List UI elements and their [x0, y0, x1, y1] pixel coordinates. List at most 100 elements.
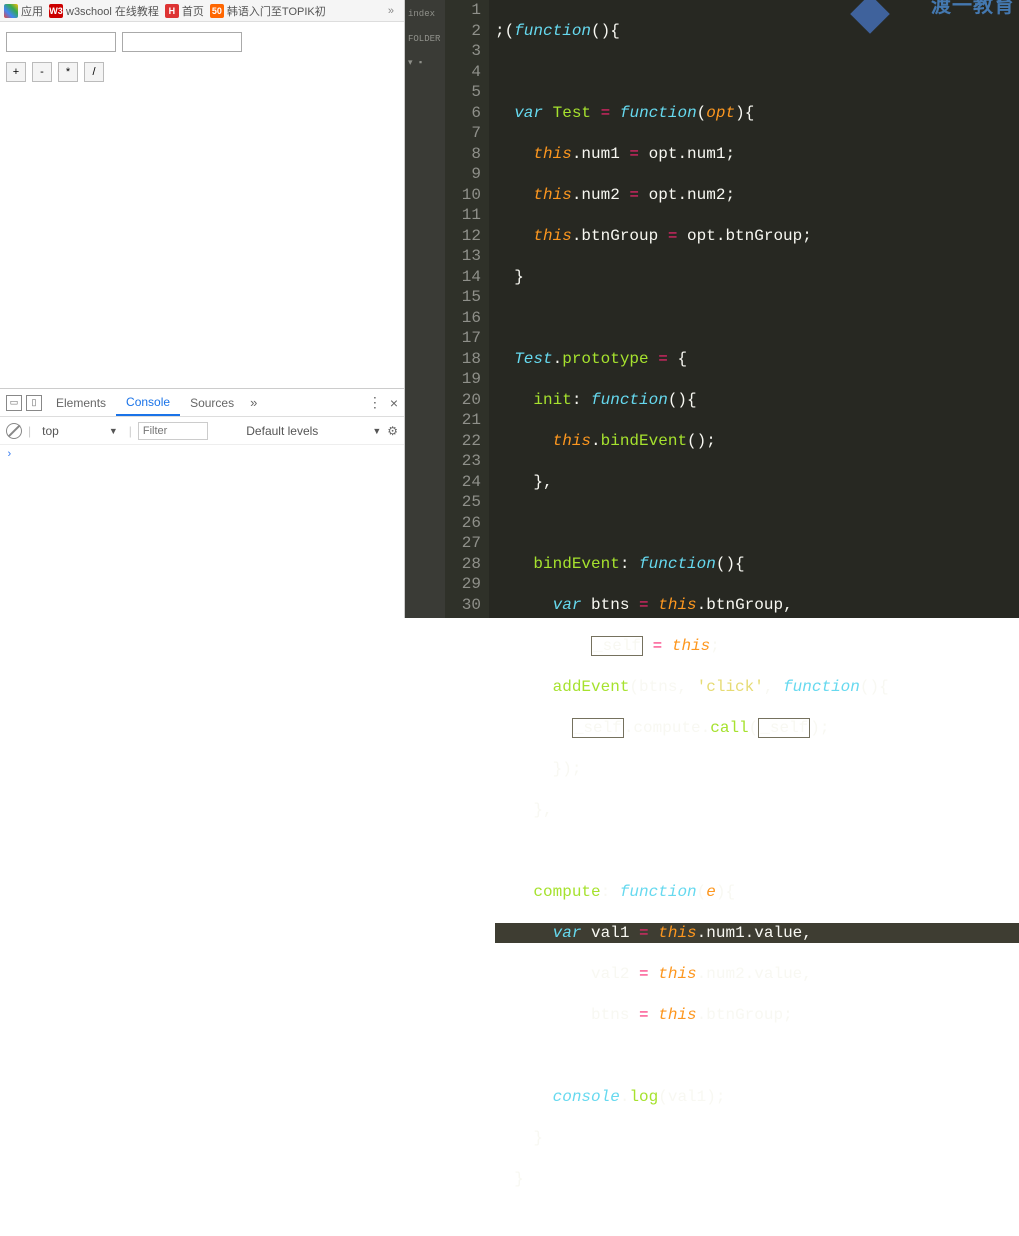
- bookmark-label: 应用: [21, 3, 43, 19]
- code-token: val1: [581, 924, 639, 942]
- log-levels[interactable]: Default levels▼: [246, 424, 381, 438]
- code-token: .btnGroup: [572, 227, 668, 245]
- code-token: call: [710, 719, 748, 737]
- line-number: 26: [445, 513, 481, 534]
- code-token: bindEvent: [533, 555, 619, 573]
- bookmark-label: w3school 在线教程: [66, 3, 159, 19]
- bookmark-topik[interactable]: 50韩语入门至TOPIK初: [210, 3, 326, 19]
- minus-button[interactable]: -: [32, 62, 52, 82]
- line-number: 8: [445, 144, 481, 165]
- code-token: [610, 104, 620, 122]
- code-token: function: [591, 391, 668, 409]
- code-token: function: [620, 883, 697, 901]
- browser-pane: 应用 W3w3school 在线教程 H首页 50韩语入门至TOPIK初 » +…: [0, 0, 405, 618]
- code-token: =: [639, 965, 649, 983]
- chevron-down-icon: ▼: [109, 426, 118, 436]
- code-token: :: [601, 883, 620, 901]
- line-number: 7: [445, 123, 481, 144]
- devtools-right: ⋮ ×: [368, 394, 398, 411]
- line-number: 21: [445, 410, 481, 431]
- code-token: =: [658, 350, 668, 368]
- bookmark-label: 首页: [182, 3, 204, 19]
- context-selector[interactable]: top ▼: [37, 422, 123, 440]
- code-token: 'click': [697, 678, 764, 696]
- line-number: 27: [445, 533, 481, 554]
- tab-elements[interactable]: Elements: [46, 389, 116, 416]
- bookmark-home[interactable]: H首页: [165, 3, 204, 19]
- page-spacer: [0, 92, 404, 388]
- device-icon[interactable]: ▯: [26, 395, 42, 411]
- line-number: 11: [445, 205, 481, 226]
- code-token: });: [553, 760, 582, 778]
- h-icon: H: [165, 4, 179, 18]
- code-token: ,: [764, 678, 783, 696]
- code-token: [649, 1006, 659, 1024]
- code-token: ;(: [495, 22, 514, 40]
- button-row: + - * /: [0, 62, 404, 92]
- code-token: (){: [860, 678, 889, 696]
- gear-icon[interactable]: ⚙: [387, 424, 398, 438]
- code-token: var: [553, 596, 582, 614]
- line-number: 10: [445, 185, 481, 206]
- code-token: [649, 965, 659, 983]
- code-area[interactable]: ;(function(){ var Test = function(opt){ …: [489, 0, 1019, 618]
- editor-sidebar: index FOLDER ▾ ▪: [405, 0, 445, 618]
- code-token: (: [697, 104, 707, 122]
- sidebar-tree-icon[interactable]: ▾ ▪: [405, 51, 445, 76]
- bookmark-overflow[interactable]: »: [382, 5, 400, 17]
- line-number: 5: [445, 82, 481, 103]
- line-number: 9: [445, 164, 481, 185]
- code-token: this: [533, 186, 571, 204]
- devtools-menu-icon[interactable]: ⋮: [368, 394, 382, 411]
- num1-input[interactable]: [6, 32, 116, 52]
- sidebar-folder[interactable]: FOLDER: [405, 27, 445, 52]
- multiply-button[interactable]: *: [58, 62, 78, 82]
- console-body[interactable]: ›: [0, 445, 404, 618]
- code-token: opt.num1;: [639, 145, 735, 163]
- line-number: 1: [445, 0, 481, 21]
- context-label: top: [42, 424, 59, 438]
- code-token: },: [533, 801, 552, 819]
- code-token: }: [514, 268, 524, 286]
- sidebar-tab-index[interactable]: index: [405, 2, 445, 27]
- w3-icon: W3: [49, 4, 63, 18]
- line-number: 19: [445, 369, 481, 390]
- bookmark-apps[interactable]: 应用: [4, 3, 43, 19]
- divide-button[interactable]: /: [84, 62, 104, 82]
- filter-input[interactable]: [138, 422, 208, 440]
- line-number: 28: [445, 554, 481, 575]
- code-token: .num1: [572, 145, 630, 163]
- devtools-close-icon[interactable]: ×: [390, 395, 398, 411]
- code-token: .: [591, 432, 601, 450]
- line-number: 29: [445, 574, 481, 595]
- code-token: val2: [591, 965, 639, 983]
- num2-input[interactable]: [122, 32, 242, 52]
- inspect-icon[interactable]: ▭: [6, 395, 22, 411]
- line-number: 13: [445, 246, 481, 267]
- code-token: [543, 104, 553, 122]
- code-token: :: [572, 391, 591, 409]
- code-token: }: [533, 1129, 543, 1147]
- code-token: .num1.value,: [697, 924, 812, 942]
- code-token: this: [658, 965, 696, 983]
- code-token: Test: [553, 104, 591, 122]
- clear-console-icon[interactable]: [6, 423, 22, 439]
- levels-label: Default levels: [246, 424, 318, 438]
- code-token: [649, 924, 659, 942]
- line-number: 24: [445, 472, 481, 493]
- tabs-overflow[interactable]: »: [244, 395, 263, 410]
- line-number: 18: [445, 349, 481, 370]
- console-toolbar: | top▼ | Default levels▼ ⚙: [0, 417, 404, 445]
- tab-sources[interactable]: Sources: [180, 389, 244, 416]
- tab-console[interactable]: Console: [116, 389, 180, 416]
- line-number: 20: [445, 390, 481, 411]
- line-number: 22: [445, 431, 481, 452]
- plus-button[interactable]: +: [6, 62, 26, 82]
- bookmark-bar: 应用 W3w3school 在线教程 H首页 50韩语入门至TOPIK初 »: [0, 0, 404, 22]
- code-token: this: [658, 596, 696, 614]
- separator: |: [28, 424, 31, 438]
- code-token: log: [629, 1088, 658, 1106]
- code-token: ;: [710, 637, 720, 655]
- code-token: [662, 637, 672, 655]
- bookmark-w3school[interactable]: W3w3school 在线教程: [49, 3, 159, 19]
